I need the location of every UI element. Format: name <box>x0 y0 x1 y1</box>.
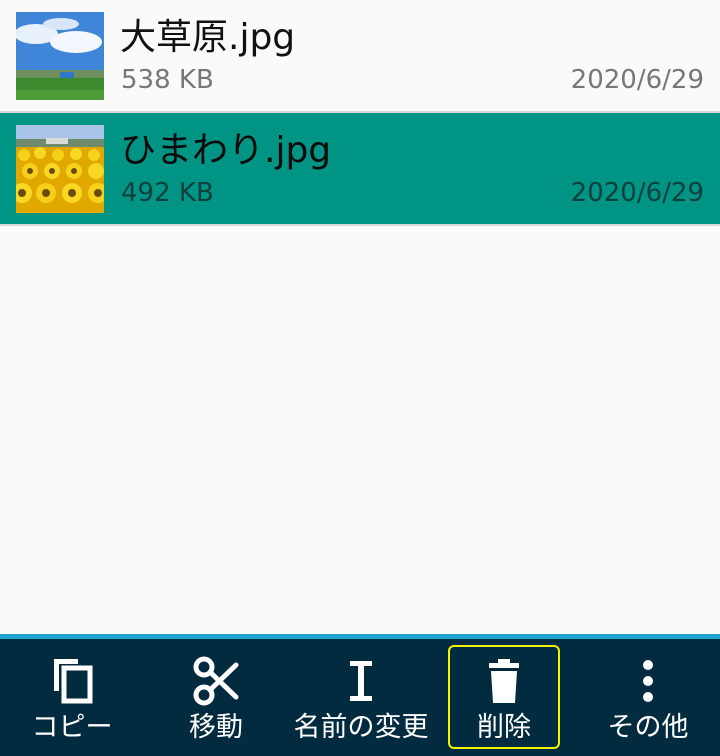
copy-button[interactable]: コピー <box>14 639 130 756</box>
text-cursor-icon <box>333 653 389 709</box>
file-row-sunflower[interactable]: ひまわり.jpg 492 KB 2020/6/29 <box>0 113 720 226</box>
trash-icon <box>476 653 532 709</box>
rename-button[interactable]: 名前の変更 <box>284 639 438 756</box>
file-list: 大草原.jpg 538 KB 2020/6/29 ひまわり.jpg 492 KB… <box>0 0 720 226</box>
more-button[interactable]: その他 <box>592 639 704 756</box>
file-name: ひまわり.jpg <box>120 130 332 171</box>
copy-label: コピー <box>31 712 113 743</box>
file-manager-screen: 大草原.jpg 538 KB 2020/6/29 ひまわり.jpg 492 KB… <box>0 0 720 756</box>
scissors-icon <box>188 653 244 709</box>
delete-label: 削除 <box>477 712 531 743</box>
more-vertical-icon <box>620 653 676 709</box>
file-name: 大草原.jpg <box>120 17 296 58</box>
file-date: 2020/6/29 <box>570 65 704 95</box>
file-size: 538 KB <box>121 65 214 95</box>
sunflower-thumbnail <box>16 125 104 213</box>
delete-button[interactable]: 削除 <box>448 639 560 756</box>
move-button[interactable]: 移動 <box>158 639 274 756</box>
file-date: 2020/6/29 <box>570 178 704 208</box>
meadow-thumbnail <box>16 12 104 100</box>
rename-label: 名前の変更 <box>293 712 429 743</box>
file-row-meadow[interactable]: 大草原.jpg 538 KB 2020/6/29 <box>0 0 720 113</box>
file-size: 492 KB <box>121 178 214 208</box>
more-label: その他 <box>607 712 689 743</box>
move-label: 移動 <box>189 712 243 743</box>
bottom-action-toolbar: コピー 移動 名前の変更 削除 その他 <box>0 634 720 756</box>
copy-icon <box>44 653 100 709</box>
